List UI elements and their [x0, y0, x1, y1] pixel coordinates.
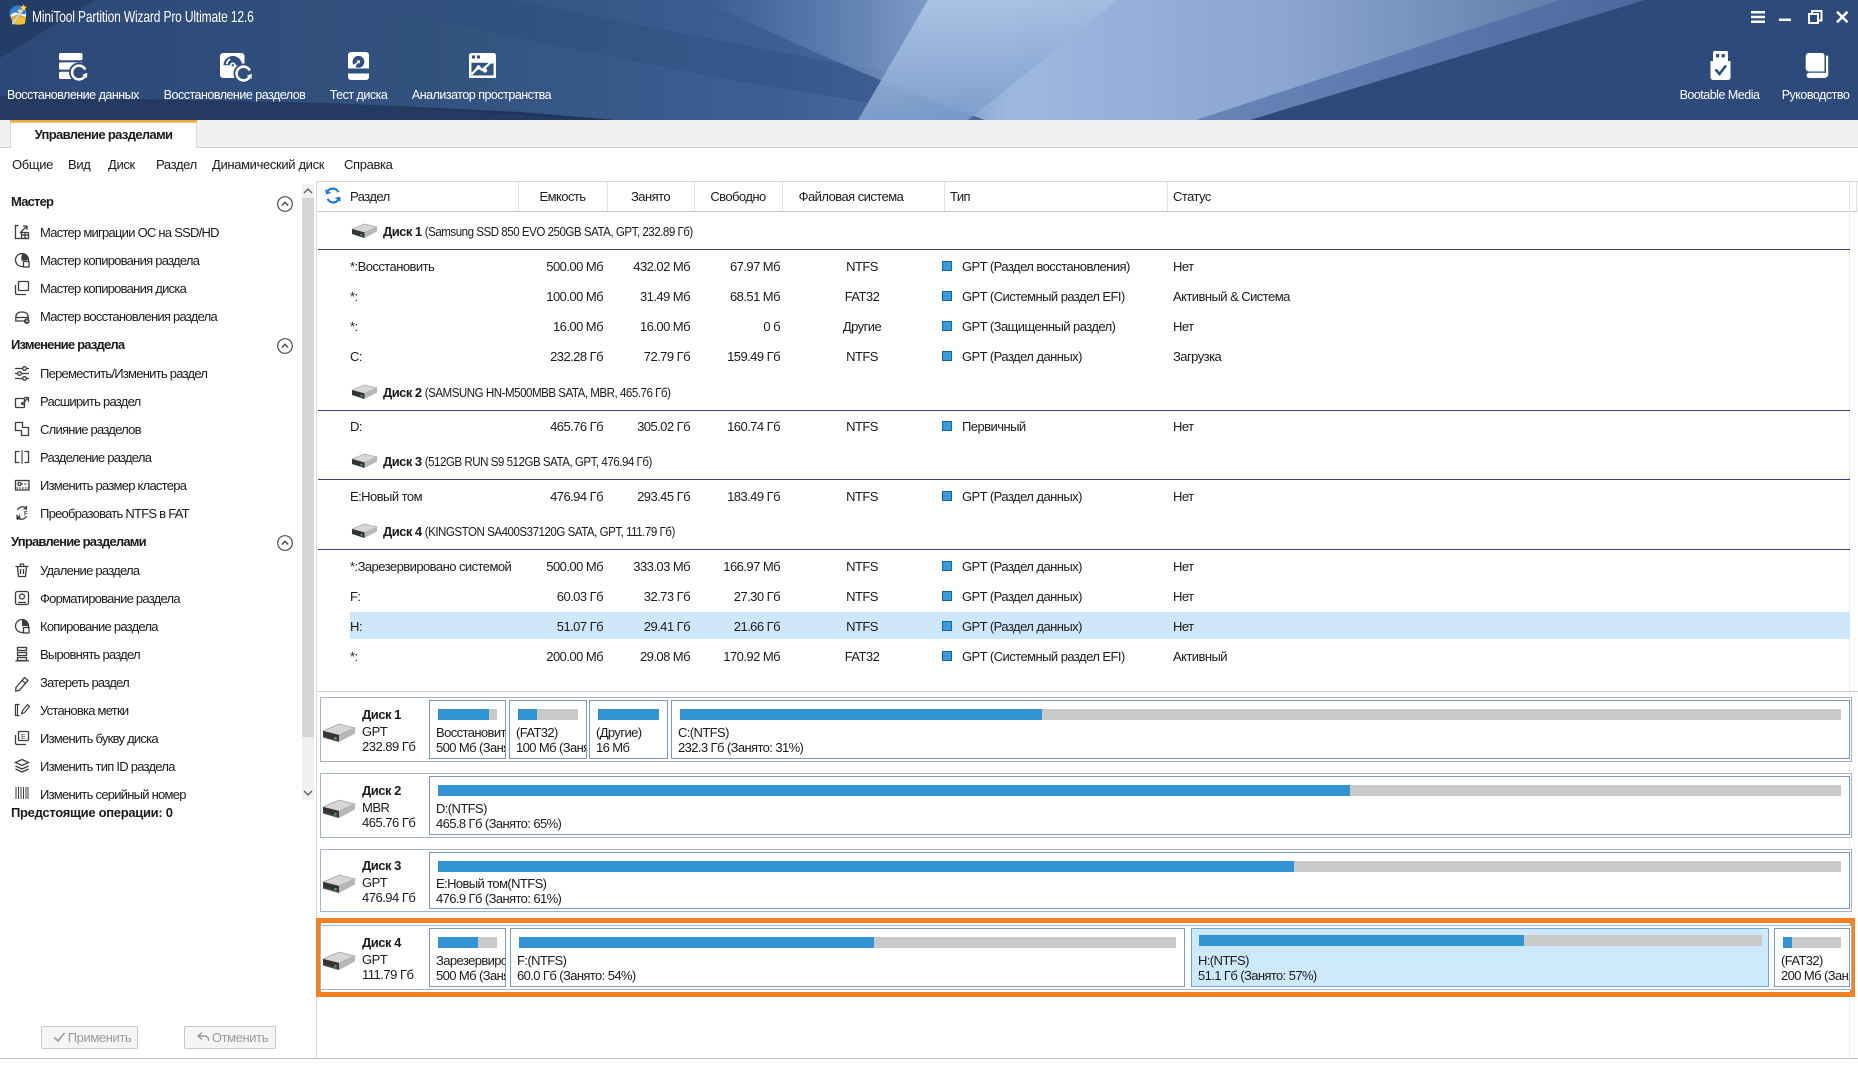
svg-text:E: E — [21, 734, 26, 741]
svg-text:N: N — [16, 515, 20, 521]
svg-text:F: F — [24, 512, 28, 518]
